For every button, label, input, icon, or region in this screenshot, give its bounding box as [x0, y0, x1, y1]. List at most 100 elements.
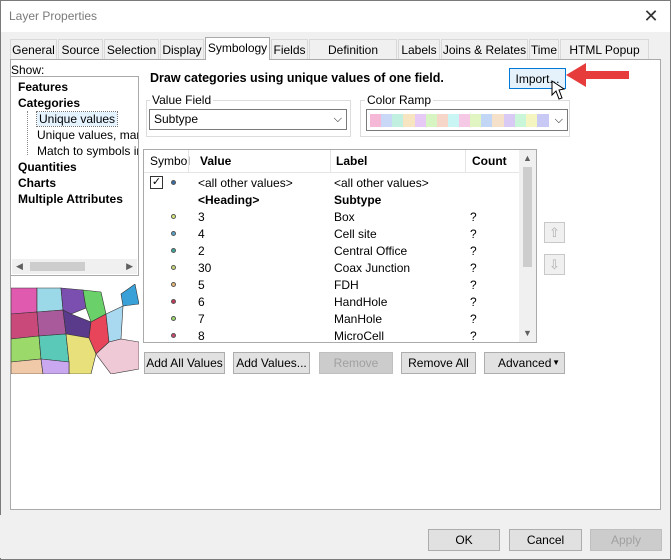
advanced-button[interactable]: Advanced ▼ — [484, 352, 565, 374]
scroll-left-icon[interactable]: ◀ — [16, 259, 23, 274]
tree-item-match-to-symbols[interactable]: Match to symbols in a — [37, 144, 138, 158]
tab-display[interactable]: Display — [160, 39, 204, 59]
table-row[interactable]: 3 Box? — [144, 209, 519, 226]
symbol-marker-icon[interactable] — [171, 265, 176, 270]
table-row[interactable]: 2 Central Office? — [144, 243, 519, 260]
tree-horizontal-scrollbar[interactable]: ◀ ▶ — [12, 259, 137, 274]
map-preview-image — [11, 284, 139, 374]
row-count: ? — [470, 261, 477, 275]
scroll-up-icon[interactable]: ▲ — [523, 151, 532, 166]
header-value[interactable]: Value — [200, 154, 231, 168]
row-label[interactable]: Cell site — [334, 227, 377, 241]
tree-item-quantities[interactable]: Quantities — [18, 160, 77, 174]
symbol-marker-icon[interactable] — [171, 231, 176, 236]
table-row[interactable]: 7 ManHole? — [144, 311, 519, 328]
row-label[interactable]: <all other values> — [334, 176, 429, 190]
row-label[interactable]: HandHole — [334, 295, 387, 309]
table-header: Symbol Value Label Count — [144, 150, 519, 173]
row-checkbox[interactable]: ✓ — [150, 176, 163, 189]
symbol-marker-icon[interactable] — [171, 299, 176, 304]
table-row[interactable]: ✓ <all other values> <all other values> — [144, 175, 519, 192]
add-all-values-button[interactable]: Add All Values — [144, 352, 225, 374]
table-row[interactable]: 30 Coax Junction? — [144, 260, 519, 277]
move-down-icon[interactable]: ⇩ — [544, 254, 565, 275]
row-count: ? — [470, 244, 477, 258]
table-row[interactable]: 5 FDH? — [144, 277, 519, 294]
tab-labels[interactable]: Labels — [398, 39, 440, 59]
symbol-marker-icon[interactable] — [171, 180, 176, 185]
row-count: ? — [470, 210, 477, 224]
symbol-table: Symbol Value Label Count ✓ <all other val… — [143, 149, 537, 343]
symbology-preview-map — [11, 284, 139, 374]
tree-item-charts[interactable]: Charts — [18, 176, 56, 190]
tab-html-popup[interactable]: HTML Popup — [560, 39, 649, 59]
add-values-button[interactable]: Add Values... — [233, 352, 310, 374]
table-row[interactable]: 8 MicroCell? — [144, 328, 519, 343]
row-label[interactable]: ManHole — [334, 312, 382, 326]
apply-button[interactable]: Apply — [590, 529, 662, 551]
color-ramp-swatch — [459, 114, 471, 127]
table-row[interactable]: 6 HandHole? — [144, 294, 519, 311]
tab-selection[interactable]: Selection — [104, 39, 159, 59]
tab-symbology[interactable]: Symbology — [205, 37, 270, 60]
scroll-right-icon[interactable]: ▶ — [126, 259, 133, 274]
header-label[interactable]: Label — [336, 154, 367, 168]
chevron-down-icon[interactable]: ⌵ — [555, 111, 563, 130]
color-ramp-swatch — [436, 114, 449, 127]
tree-item-features[interactable]: Features — [18, 80, 68, 94]
close-icon[interactable]: ✕ — [640, 5, 662, 27]
table-row[interactable]: 4 Cell site? — [144, 226, 519, 243]
color-ramp-swatch — [503, 114, 516, 127]
row-label[interactable]: Box — [334, 210, 355, 224]
chevron-down-icon[interactable]: ⌵ — [334, 110, 342, 129]
color-ramp-swatch — [370, 114, 382, 127]
tree-item-unique-values-many[interactable]: Unique values, many — [37, 128, 138, 142]
color-ramp-swatch — [525, 114, 538, 127]
tab-time[interactable]: Time — [529, 39, 559, 59]
table-row[interactable]: <Heading> Subtype — [144, 192, 519, 209]
tab-fields[interactable]: Fields — [271, 39, 308, 59]
header-symbol[interactable]: Symbol — [150, 154, 190, 168]
tab-joins-relates[interactable]: Joins & Relates — [441, 39, 528, 59]
scroll-thumb[interactable] — [30, 262, 85, 271]
tab-general[interactable]: General — [10, 39, 57, 59]
dropdown-arrow-icon: ▼ — [552, 358, 560, 367]
move-up-icon[interactable]: ⇧ — [544, 222, 565, 243]
scroll-down-icon[interactable]: ▼ — [523, 326, 532, 341]
row-count: ? — [470, 329, 477, 343]
row-label[interactable]: FDH — [334, 278, 359, 292]
row-label[interactable]: Coax Junction — [334, 261, 410, 275]
scroll-thumb[interactable] — [523, 167, 532, 267]
symbol-marker-icon[interactable] — [171, 333, 176, 338]
tree-item-unique-values[interactable]: Unique values — [35, 111, 119, 127]
symbol-marker-icon[interactable] — [171, 248, 176, 253]
row-label[interactable]: Central Office — [334, 244, 407, 258]
tree-item-categories[interactable]: Categories — [18, 96, 80, 110]
row-count: ? — [470, 295, 477, 309]
show-label: Show: — [11, 63, 45, 77]
symbol-marker-icon[interactable] — [171, 214, 176, 219]
symbol-marker-icon[interactable] — [171, 316, 176, 321]
tab-definition-query[interactable]: Definition Query — [309, 39, 397, 77]
red-callout-arrow — [551, 63, 629, 100]
row-value: <all other values> — [198, 176, 293, 190]
color-ramp-swatch — [536, 114, 549, 127]
header-count[interactable]: Count — [472, 154, 507, 168]
symbol-marker-icon[interactable] — [171, 282, 176, 287]
row-value: 6 — [198, 295, 205, 309]
remove-button[interactable]: Remove — [319, 352, 393, 374]
color-ramp-select[interactable]: ⌵ — [366, 109, 568, 131]
ok-button[interactable]: OK — [428, 529, 500, 551]
color-ramp-swatch — [392, 114, 404, 127]
cancel-button[interactable]: Cancel — [509, 529, 582, 551]
tree-item-multiple-attributes[interactable]: Multiple Attributes — [18, 192, 123, 206]
row-label[interactable]: MicroCell — [334, 329, 384, 342]
window-title: Layer Properties — [9, 9, 98, 23]
row-label[interactable]: Subtype — [334, 193, 381, 207]
value-field-value: Subtype — [154, 112, 199, 126]
row-value: 2 — [198, 244, 205, 258]
tab-source[interactable]: Source — [58, 39, 103, 59]
value-field-select[interactable]: Subtype ⌵ — [149, 109, 347, 130]
remove-all-button[interactable]: Remove All — [401, 352, 476, 374]
table-vertical-scrollbar[interactable]: ▲ ▼ — [519, 150, 536, 342]
